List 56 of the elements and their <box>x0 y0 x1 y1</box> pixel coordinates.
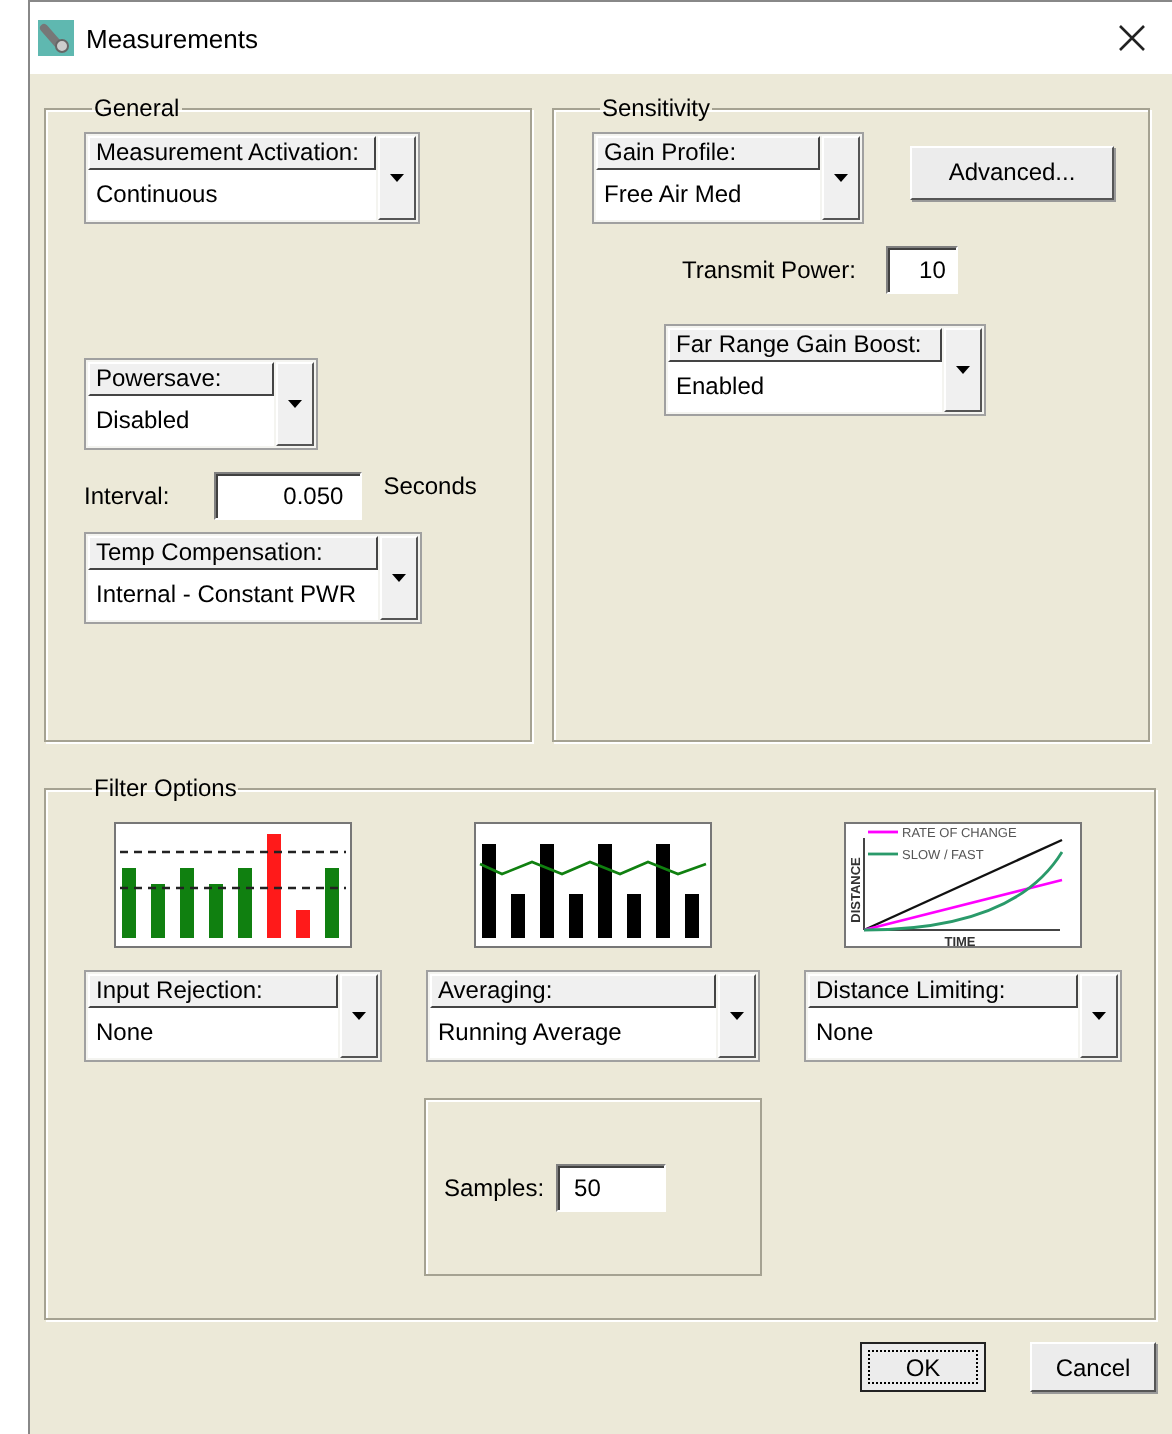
caret-icon <box>390 174 404 182</box>
interval-label: Interval: <box>84 482 170 510</box>
combo-box[interactable]: Far Range Gain Boost: Enabled <box>664 324 986 416</box>
samples-label: Samples: <box>444 1173 545 1201</box>
combo-field[interactable]: Free Air Med <box>596 170 820 220</box>
combo-box[interactable]: Temp Compensation: Internal - Constant PWR <box>84 532 422 624</box>
combo-field[interactable]: Internal - Constant PWR <box>88 570 378 620</box>
probe-icon <box>38 20 74 56</box>
combo-label: Distance Limiting: <box>808 974 1078 1008</box>
close-icon <box>1118 24 1146 52</box>
dropdown-button[interactable] <box>380 536 418 620</box>
combo-field[interactable]: None <box>88 1008 338 1058</box>
group-title: General <box>92 94 182 122</box>
dropdown-button[interactable] <box>340 974 378 1058</box>
caret-icon <box>392 574 406 582</box>
advanced-button[interactable]: Advanced... <box>910 145 1114 199</box>
combo-label: Far Range Gain Boost: <box>668 328 942 362</box>
caret-icon <box>288 400 302 408</box>
combo-box[interactable]: Averaging: Running Average <box>426 970 760 1062</box>
caret-icon <box>730 1012 744 1020</box>
caret-icon <box>1092 1012 1106 1020</box>
caret-icon <box>834 174 848 182</box>
dropdown-button[interactable] <box>718 974 756 1058</box>
group-title: Sensitivity <box>600 94 713 122</box>
combo-field[interactable]: Disabled <box>88 396 274 446</box>
transmit-power-label: Transmit Power: <box>682 256 856 284</box>
input-field[interactable]: 50 <box>556 1163 667 1211</box>
combo-box[interactable]: Gain Profile: Free Air Med <box>592 132 864 224</box>
group-title: Filter Options <box>92 774 239 802</box>
combo-label: Gain Profile: <box>596 136 820 170</box>
combo-box[interactable]: Input Rejection: None <box>84 970 382 1062</box>
ok-button[interactable]: OK <box>860 1342 986 1392</box>
combo-label: Input Rejection: <box>88 974 338 1008</box>
caret-icon <box>956 366 970 374</box>
combo-field[interactable]: Continuous <box>88 170 376 220</box>
dropdown-button[interactable] <box>378 136 416 220</box>
combo-box[interactable]: Measurement Activation: Continuous <box>84 132 420 224</box>
dropdown-button[interactable] <box>276 362 314 446</box>
cancel-button[interactable]: Cancel <box>1030 1342 1156 1392</box>
combo-field[interactable]: Running Average <box>430 1008 716 1058</box>
combo-label: Temp Compensation: <box>88 536 378 570</box>
caret-icon <box>352 1012 366 1020</box>
window-title: Measurements <box>86 23 260 53</box>
combo-label: Powersave: <box>88 362 274 396</box>
dropdown-button[interactable] <box>944 328 982 412</box>
unit-label: Seconds <box>383 472 477 500</box>
dropdown-button[interactable] <box>822 136 860 220</box>
input-field[interactable]: 10 <box>885 246 958 294</box>
combo-box[interactable]: Powersave: Disabled <box>84 358 318 450</box>
combo-field[interactable]: Enabled <box>668 362 942 412</box>
combo-field[interactable]: None <box>808 1008 1078 1058</box>
combo-label: Averaging: <box>430 974 716 1008</box>
dropdown-button[interactable] <box>1080 974 1118 1058</box>
combo-label: Measurement Activation: <box>88 136 376 170</box>
combo-box[interactable]: Distance Limiting: None <box>804 970 1122 1062</box>
input-field[interactable]: 0.050 <box>213 472 362 520</box>
